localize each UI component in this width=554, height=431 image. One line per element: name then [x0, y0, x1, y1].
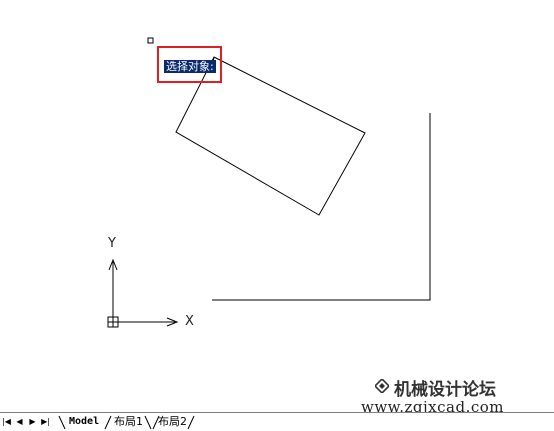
layout-tab-bar: |◀ ◀ ▶ ▶| Model 布局1 布局2 — [0, 412, 554, 431]
ucs-x-label: X — [185, 314, 194, 329]
forum-logo-icon — [375, 379, 389, 393]
prev-tab-button[interactable]: ◀ — [15, 417, 24, 427]
ucs-y-label: Y — [108, 236, 116, 251]
last-tab-button[interactable]: ▶| — [41, 417, 50, 427]
first-tab-button[interactable]: |◀ — [2, 417, 11, 427]
watermark-title: 机械设计论坛 — [394, 380, 496, 400]
select-objects-prompt-highlight: 选择对象: — [157, 46, 222, 83]
next-tab-button[interactable]: ▶ — [28, 417, 37, 427]
pickbox-cursor — [147, 37, 154, 44]
tab-layout1[interactable]: 布局1 — [114, 414, 143, 429]
drawing-canvas[interactable] — [0, 0, 554, 431]
ucs-icon — [107, 258, 179, 328]
l-polyline[interactable] — [212, 113, 431, 301]
tab-model[interactable]: Model — [69, 414, 99, 429]
tab-layout2[interactable]: 布局2 — [158, 414, 187, 429]
select-objects-prompt: 选择对象: — [164, 60, 216, 73]
